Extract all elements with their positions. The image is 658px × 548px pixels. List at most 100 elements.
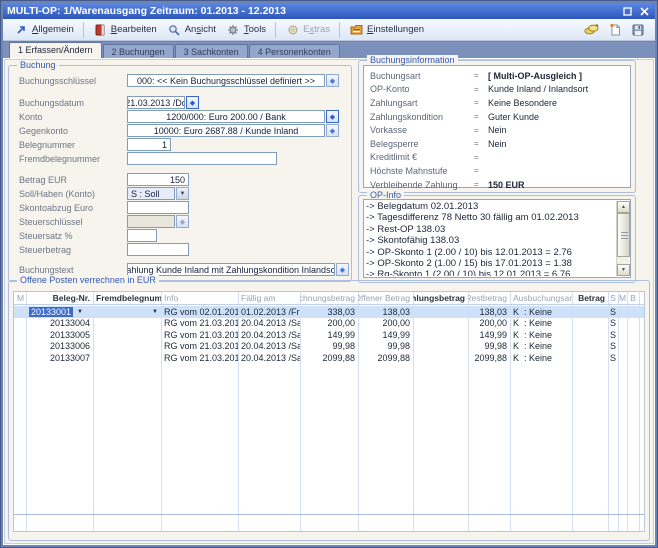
- op-info-scrollbar[interactable]: ▲ ▼: [616, 201, 629, 276]
- scroll-down-icon[interactable]: ▼: [617, 264, 630, 276]
- column-header-zahlung[interactable]: Zahlungsbetrag: [413, 292, 468, 304]
- menu-item-bearbeiten[interactable]: Bearbeiten: [88, 21, 162, 39]
- tab-3[interactable]: 3 Sachkonten: [175, 44, 248, 58]
- table-row[interactable]: 20133007RG vom 21.03.201320.04.2013 /Sa2…: [14, 352, 644, 364]
- gegenkonto-combo[interactable]: 10000: Euro 2687.88 / Kunde Inland ◆: [127, 124, 339, 137]
- cell-rest: 2099,88: [468, 352, 510, 364]
- tab-1[interactable]: 1 Erfassen/Ändern: [9, 42, 102, 58]
- buchungstext-combo[interactable]: Zahlung Kunde Inland mit Zahlungskonditi…: [127, 263, 349, 276]
- betrag-input[interactable]: [127, 173, 189, 186]
- column-header-rest[interactable]: Restbetrag: [468, 292, 510, 304]
- menu-item-einstellungen[interactable]: Einstellungen: [344, 21, 429, 39]
- steuerbetrag-label: Steuerbetrag: [19, 245, 127, 255]
- cell-ausb: K: Keine: [510, 352, 572, 364]
- cell-m2: [618, 352, 627, 364]
- info-row: Zahlungskondition=Guter Kunde: [364, 110, 630, 124]
- offene-posten-table[interactable]: MBeleg-Nr.FremdbelegnummerInfoFällig amR…: [13, 291, 645, 532]
- dropdown-diamond-icon[interactable]: ◆: [326, 110, 339, 123]
- menu-item-label: Tools: [244, 24, 266, 35]
- info-row-value: [ Multi-OP-Ausgleich ]: [488, 71, 582, 81]
- column-header-s[interactable]: S: [608, 292, 618, 304]
- dropdown-diamond-icon[interactable]: ◆: [176, 215, 189, 228]
- dropdown-arrow-icon[interactable]: ▼: [152, 309, 158, 315]
- menu-item-allgemein[interactable]: Allgemein: [9, 21, 79, 39]
- table-row[interactable]: 20133001▼▼RG vom 02.01.201301.02.2013 /F…: [14, 306, 644, 318]
- toolbar: AllgemeinBearbeitenAnsichtToolsExtrasEin…: [3, 19, 655, 41]
- skontoabzug-input[interactable]: [127, 201, 189, 214]
- column-header-ausb[interactable]: Ausbuchungsart: [510, 292, 572, 304]
- cell-beleg[interactable]: 20133004: [26, 318, 93, 330]
- column-header-m[interactable]: M: [14, 292, 26, 304]
- buchungsschluessel-value: 000: << Kein Buchungsschlüssel definiert…: [127, 74, 325, 87]
- dropdown-arrow-icon[interactable]: ▼: [77, 309, 83, 315]
- cell-betrag[interactable]: [572, 306, 608, 318]
- dropdown-diamond-icon[interactable]: ◆: [326, 74, 339, 87]
- cell-betrag[interactable]: [572, 352, 608, 364]
- soll-haben-combo[interactable]: S : Soll ▼: [127, 187, 189, 200]
- restore-icon[interactable]: [620, 5, 634, 17]
- cell-m2: [618, 318, 627, 330]
- dropdown-diamond-icon[interactable]: ◆: [336, 263, 349, 276]
- cell-beleg[interactable]: 20133007: [26, 352, 93, 364]
- konto-combo[interactable]: 1200/000: Euro 200.00 / Bank ◆: [127, 110, 339, 123]
- cell-beleg[interactable]: 20133006: [26, 341, 93, 353]
- buchungsinformation-groupbox: Buchungsinformation Buchungsart=[ Multi-…: [358, 60, 636, 193]
- column-header-b[interactable]: B: [627, 292, 639, 304]
- cell-zahlung[interactable]: [413, 329, 468, 341]
- info-row-value: Guter Kunde: [488, 112, 539, 122]
- menu-item-label: Einstellungen: [367, 24, 424, 35]
- column-header-faellig[interactable]: Fällig am: [238, 292, 300, 304]
- dropdown-arrow-icon[interactable]: ▼: [176, 187, 189, 200]
- cell-zahlung[interactable]: [413, 352, 468, 364]
- app-window: MULTI-OP: 1/Warenausgang Zeitraum: 01.20…: [0, 0, 658, 548]
- cell-betrag[interactable]: [572, 341, 608, 353]
- table-row[interactable]: 20133005RG vom 21.03.201320.04.2013 /Sa1…: [14, 329, 644, 341]
- cell-zahlung[interactable]: [413, 306, 468, 318]
- skontoabzug-label: Skontoabzug Euro: [19, 203, 127, 213]
- cell-beleg[interactable]: 20133005: [26, 329, 93, 341]
- dropdown-diamond-icon[interactable]: ◆: [326, 124, 339, 137]
- column-header-beleg[interactable]: Beleg-Nr.: [26, 292, 93, 304]
- cell-zahlung[interactable]: [413, 341, 468, 353]
- steuerschluessel-value: [127, 215, 175, 228]
- extras-icon: [285, 23, 300, 37]
- steuerschluessel-combo[interactable]: ◆: [127, 215, 189, 228]
- cell-beleg[interactable]: 20133001▼: [26, 306, 93, 318]
- column-header-info[interactable]: Info: [161, 292, 238, 304]
- equals-separator: =: [474, 166, 488, 175]
- buchungsschluessel-combo[interactable]: 000: << Kein Buchungsschlüssel definiert…: [127, 74, 339, 87]
- close-icon[interactable]: [637, 5, 651, 17]
- field-row-buchungsschluessel: Buchungsschlüssel 000: << Kein Buchungss…: [19, 74, 345, 87]
- save-icon[interactable]: [630, 23, 645, 37]
- column-header-fremd[interactable]: Fremdbelegnummer: [93, 292, 161, 304]
- cell-b: [627, 329, 639, 341]
- cell-betrag[interactable]: [572, 318, 608, 330]
- belegnummer-input[interactable]: [127, 138, 171, 151]
- column-header-betrag[interactable]: Betrag: [572, 292, 608, 304]
- buchungsdatum-combo[interactable]: 21.03.2013 /Do ◆: [127, 96, 199, 109]
- op-info-line: -> OP-Skonto 2 (1.00 / 15) bis 17.01.201…: [366, 258, 614, 269]
- table-row[interactable]: 20133004RG vom 21.03.201320.04.2013 /Sa2…: [14, 318, 644, 330]
- column-header-m2[interactable]: M: [618, 292, 627, 304]
- window-title: MULTI-OP: 1/Warenausgang Zeitraum: 01.20…: [7, 5, 617, 17]
- scrollbar-thumb[interactable]: [617, 213, 630, 257]
- fremdbelegnummer-input[interactable]: [127, 152, 277, 165]
- menu-item-ansicht[interactable]: Ansicht: [162, 21, 221, 39]
- op-info-line: -> Rg-Skonto 1 (2.00 / 10) bis 12.01.201…: [366, 269, 614, 276]
- tab-4[interactable]: 4 Personenkonten: [249, 44, 340, 58]
- offene-posten-groupbox: Offene Posten verrechnen in EUR MBeleg-N…: [8, 280, 650, 541]
- new-document-icon[interactable]: [607, 23, 622, 37]
- scroll-up-icon[interactable]: ▲: [617, 201, 630, 213]
- column-header-offen[interactable]: Offener Betrag: [358, 292, 413, 304]
- cell-zahlung[interactable]: [413, 318, 468, 330]
- betrag-label: Betrag EUR: [19, 175, 127, 185]
- cell-betrag[interactable]: [572, 329, 608, 341]
- coins-icon[interactable]: [584, 23, 599, 37]
- dropdown-diamond-icon[interactable]: ◆: [186, 96, 199, 109]
- column-header-rechnung[interactable]: Rechnungsbetrag: [300, 292, 358, 304]
- table-row[interactable]: 20133006RG vom 21.03.201320.04.2013 /Sa9…: [14, 341, 644, 353]
- steuerbetrag-input[interactable]: [127, 243, 189, 256]
- tab-2[interactable]: 2 Buchungen: [103, 44, 174, 58]
- menu-item-tools[interactable]: Tools: [221, 21, 271, 39]
- steuersatz-input[interactable]: [127, 229, 157, 242]
